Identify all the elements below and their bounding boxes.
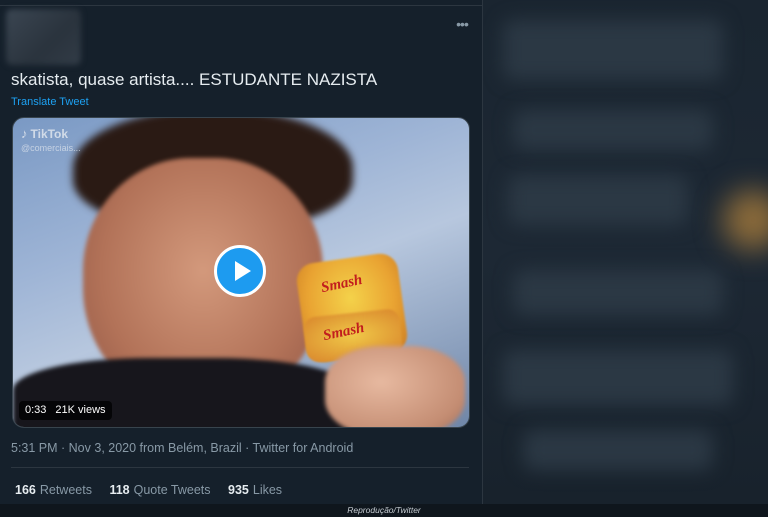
- retweets-stat[interactable]: 166 Retweets: [15, 483, 92, 497]
- divider: [0, 5, 482, 6]
- blurred-block: [503, 20, 723, 80]
- play-button[interactable]: [214, 245, 266, 297]
- quote-tweets-stat[interactable]: 118 Quote Tweets: [109, 483, 210, 497]
- tweet-text: skatista, quase artista.... ESTUDANTE NA…: [11, 70, 378, 89]
- translate-tweet-link[interactable]: Translate Tweet: [11, 96, 89, 108]
- blurred-block: [503, 350, 733, 405]
- more-horizontal-icon[interactable]: •••: [452, 17, 472, 31]
- retweets-count: 166: [15, 483, 36, 497]
- tiktok-icon: ♪: [21, 126, 28, 141]
- blurred-sidebar: [483, 0, 768, 504]
- tweet-column: ••• skatista, quase artista.... ESTUDANT…: [0, 0, 483, 504]
- likes-label: Likes: [252, 483, 283, 497]
- tiktok-label: TikTok: [30, 127, 69, 141]
- blurred-block: [513, 270, 723, 315]
- video-duration: 0:33: [25, 404, 47, 416]
- play-icon: [235, 261, 251, 281]
- video-player[interactable]: Smash Smash ♪ TikTok @comerciais... 0:33 2…: [12, 117, 470, 428]
- video-views: 21K views: [55, 404, 106, 416]
- video-frame-hand: [325, 346, 465, 427]
- image-credit-caption: Reprodução/Twitter: [347, 505, 421, 515]
- quote-tweets-label: Quote Tweets: [133, 483, 211, 497]
- tiktok-watermark: ♪ TikTok: [21, 126, 68, 141]
- retweets-label: Retweets: [39, 483, 92, 497]
- video-info-badge: 0:33 21K views: [19, 401, 112, 420]
- tiktok-handle: @comerciais...: [21, 143, 81, 153]
- quote-tweets-count: 118: [109, 483, 130, 497]
- tweet-meta: 5:31 PM · Nov 3, 2020 from Belém, Brazil…: [11, 441, 354, 455]
- blurred-accent: [723, 190, 768, 250]
- likes-stat[interactable]: 935 Likes: [228, 483, 282, 497]
- divider: [11, 467, 469, 468]
- avatar-blurred[interactable]: [6, 9, 81, 65]
- tweet-stats: 166 Retweets 118 Quote Tweets 935 Likes: [15, 483, 296, 497]
- blurred-block: [513, 110, 713, 150]
- likes-count: 935: [228, 483, 249, 497]
- blurred-block: [508, 175, 688, 225]
- blurred-block: [523, 430, 713, 470]
